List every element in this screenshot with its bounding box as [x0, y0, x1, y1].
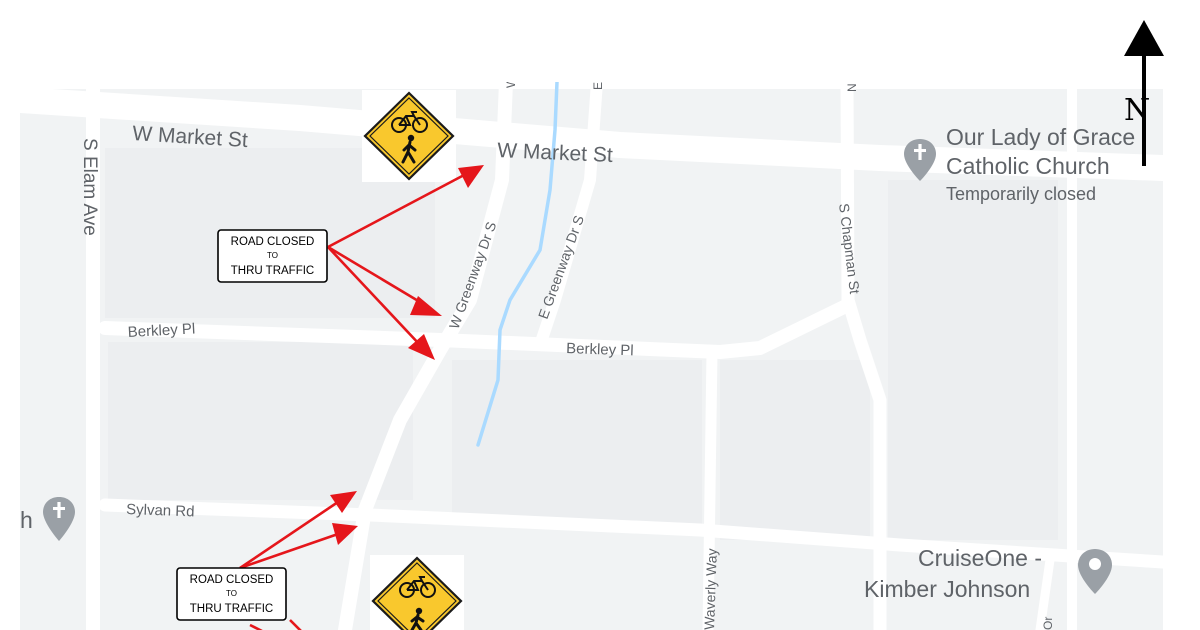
cruiseone-line1: CruiseOne -	[918, 545, 1042, 571]
road-closed-top-line1: ROAD CLOSED	[231, 236, 315, 248]
street-label-sylvan-rd: Sylvan Rd	[126, 501, 195, 520]
annotated-map: W Market St W Market St S Elam Ave W Gre…	[20, 20, 1164, 630]
church-left-partial-label: h	[20, 507, 33, 533]
road-closed-bottom-line1: ROAD CLOSED	[190, 574, 274, 586]
street-label-waverly-way: Waverly Way	[701, 548, 720, 630]
cruiseone-line2: Kimber Johnson	[864, 576, 1030, 602]
bike-pedestrian-crossing-sign-icon-top	[362, 90, 456, 182]
street-label-berkley-pl-center: Berkley Pl	[566, 340, 634, 359]
street-label-fragment-w: W	[504, 76, 518, 88]
road-closed-sign-top: ROAD CLOSED TO THRU TRAFFIC	[217, 229, 328, 283]
church-status: Temporarily closed	[946, 184, 1096, 204]
street-label-s-elam-ave: S Elam Ave	[79, 138, 100, 236]
bike-pedestrian-crossing-sign-icon-bottom	[370, 555, 464, 630]
street-label-fragment-or: Or	[1041, 617, 1055, 630]
church-name-line2: Catholic Church	[946, 153, 1110, 179]
street-label-fragment-e: E	[591, 82, 605, 90]
church-name-line1: Our Lady of Grace	[946, 124, 1135, 150]
street-label-berkley-pl-west: Berkley Pl	[127, 320, 195, 341]
road-closed-top-line2: TO	[267, 251, 278, 260]
north-label: N	[1124, 93, 1150, 128]
road-closed-top-line3: THRU TRAFFIC	[231, 265, 314, 277]
road-closed-sign-bottom: ROAD CLOSED TO THRU TRAFFIC	[176, 567, 287, 621]
street-label-fragment-n: N	[845, 83, 859, 92]
road-closed-bottom-line3: THRU TRAFFIC	[190, 603, 273, 615]
road-closed-bottom-line2: TO	[226, 589, 237, 598]
